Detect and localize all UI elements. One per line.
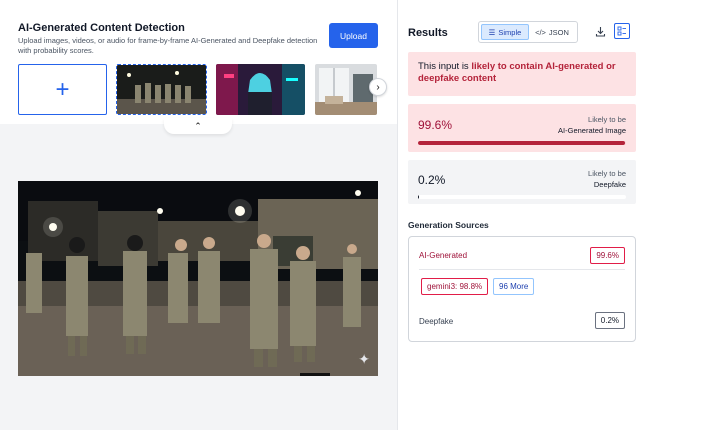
generation-sources-title: Generation Sources (408, 220, 489, 230)
ai-score-bar-fill (418, 141, 626, 145)
thumbnail-next-button[interactable]: › (369, 78, 387, 96)
more-models-button[interactable]: 96 More (493, 278, 535, 295)
app-root: AI-Generated Content Detection Upload im… (0, 0, 720, 430)
json-view-button[interactable]: </> JSON (529, 24, 575, 40)
divider (419, 269, 625, 270)
preview-scrubber[interactable] (300, 373, 330, 376)
download-button[interactable] (592, 23, 608, 39)
deepfake-score-bar (418, 195, 626, 199)
sparkle-icon: ✦ (358, 351, 370, 367)
collapse-toggle[interactable]: ⌃ (164, 118, 232, 134)
deepfake-score-bar-fill (418, 195, 420, 199)
deepfake-score-label: Likely to be Deepfake (588, 168, 626, 190)
ai-generated-source-label: AI-Generated (419, 251, 468, 260)
cyberpunk-thumbnail-image (216, 64, 305, 115)
json-view-label: JSON (548, 27, 569, 37)
code-icon: </> (535, 27, 546, 37)
deepfake-source-score: 0.2% (594, 312, 625, 329)
verdict-alert: This input is likely to contain AI-gener… (408, 52, 636, 96)
upload-button[interactable]: Upload (329, 23, 378, 48)
media-thumbnail[interactable] (216, 64, 305, 115)
deepfake-source-label: Deepfake (419, 317, 454, 326)
preview-image: ✦ (18, 181, 378, 376)
ai-score-value: 99.6% (418, 118, 453, 132)
results-title: Results (408, 27, 448, 39)
verdict-prefix: This input is (418, 61, 472, 72)
interior-thumbnail-image (315, 64, 377, 115)
deepfake-score-label-line1: Likely to be (588, 169, 626, 178)
add-media-button[interactable]: + (18, 64, 107, 115)
soldiers-thumbnail-image (117, 65, 206, 114)
ai-score-bar (418, 141, 626, 145)
deepfake-score-value: 0.2% (418, 173, 446, 187)
list-icon: ☰ (488, 27, 496, 37)
download-icon (595, 26, 605, 37)
ai-score-label-line2: AI-Generated Image (558, 126, 626, 135)
ai-score-label: Likely to be AI-Generated Image (558, 114, 626, 136)
report-button[interactable] (614, 23, 630, 39)
results-panel: Results ☰ Simple </> JSON This input is … (397, 0, 720, 430)
view-toggle: ☰ Simple </> JSON (478, 21, 578, 43)
page-title: AI-Generated Content Detection (18, 22, 185, 34)
deepfake-score-label-line2: Deepfake (593, 180, 626, 189)
plus-icon: + (55, 75, 70, 103)
model-score-pill[interactable]: gemini3: 98.8% (421, 278, 489, 295)
deepfake-score-card: 0.2% Likely to be Deepfake (408, 160, 636, 204)
soldiers-preview-image (18, 181, 378, 376)
generation-sources-box: AI-Generated 99.6% gemini3: 98.8% 96 Mor… (408, 236, 636, 342)
ai-generated-source-score: 99.6% (590, 247, 625, 264)
report-icon (617, 26, 626, 36)
page-subtitle: Upload images, videos, or audio for fram… (18, 36, 318, 55)
media-thumbnail[interactable] (315, 64, 377, 115)
ai-score-label-line1: Likely to be (588, 115, 626, 124)
simple-view-button[interactable]: ☰ Simple (481, 24, 529, 40)
chevron-right-icon: › (376, 81, 380, 93)
upload-header: AI-Generated Content Detection Upload im… (0, 0, 397, 124)
simple-view-label: Simple (498, 27, 522, 37)
media-thumbnail-selected[interactable] (116, 64, 207, 115)
upload-panel: AI-Generated Content Detection Upload im… (0, 0, 397, 430)
ai-generated-score-card: 99.6% Likely to be AI-Generated Image (408, 104, 636, 152)
chevron-up-icon: ⌃ (194, 120, 202, 131)
